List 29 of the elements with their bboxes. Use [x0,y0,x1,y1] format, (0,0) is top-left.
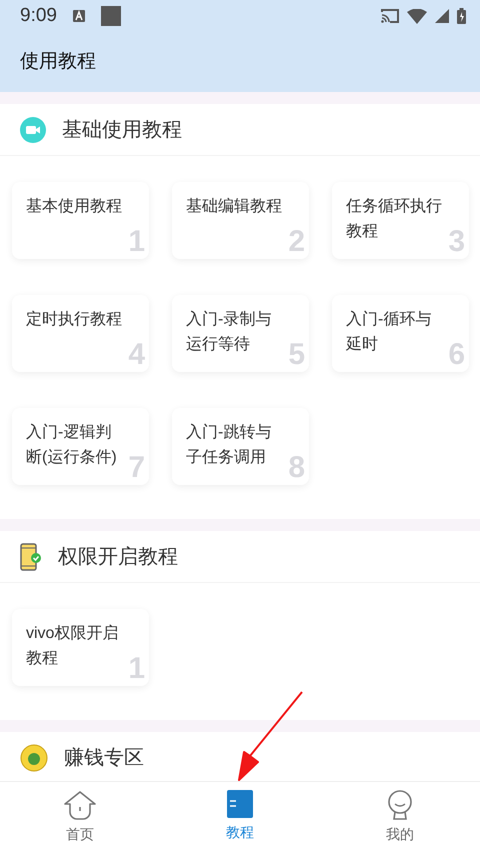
cast-icon [381,9,399,23]
section-title: 赚钱专区 [64,746,144,770]
coin-icon [20,744,48,772]
tab-item[interactable]: 首页 [0,782,160,853]
tab-item[interactable]: 我的 [320,782,480,853]
card-title: 入门-循环与延时 [346,310,432,355]
section-title: 权限开启教程 [58,544,178,570]
card-title: 入门-跳转与子任务调用 [186,422,272,468]
card-title: 入门-逻辑判断(运行条件) [26,422,118,468]
book-icon [227,790,253,818]
card-title: vivo权限开启教程 [26,624,120,669]
section-title: 基础使用教程 [62,118,182,142]
card-title: 入门-录制与运行等待 [186,310,272,355]
status-time: 9:09 [20,4,57,28]
home-icon [63,790,97,820]
card-title: 基础编辑教程 [186,196,283,217]
signal-icon [435,9,449,23]
app-bar-title: 使用教程 [20,50,96,74]
person-icon [387,790,413,820]
battery-icon [457,8,466,24]
card-title: 基本使用教程 [26,196,123,217]
phone-check-icon [20,542,42,570]
notification-icon [72,10,85,22]
card-title: 定时执行教程 [26,310,123,330]
card-title: 任务循环执行教程 [346,196,443,242]
video-camera-icon [20,116,46,142]
tab-item[interactable]: 教程 [160,782,320,853]
wifi-icon [407,8,427,24]
notification-icon [100,6,121,26]
